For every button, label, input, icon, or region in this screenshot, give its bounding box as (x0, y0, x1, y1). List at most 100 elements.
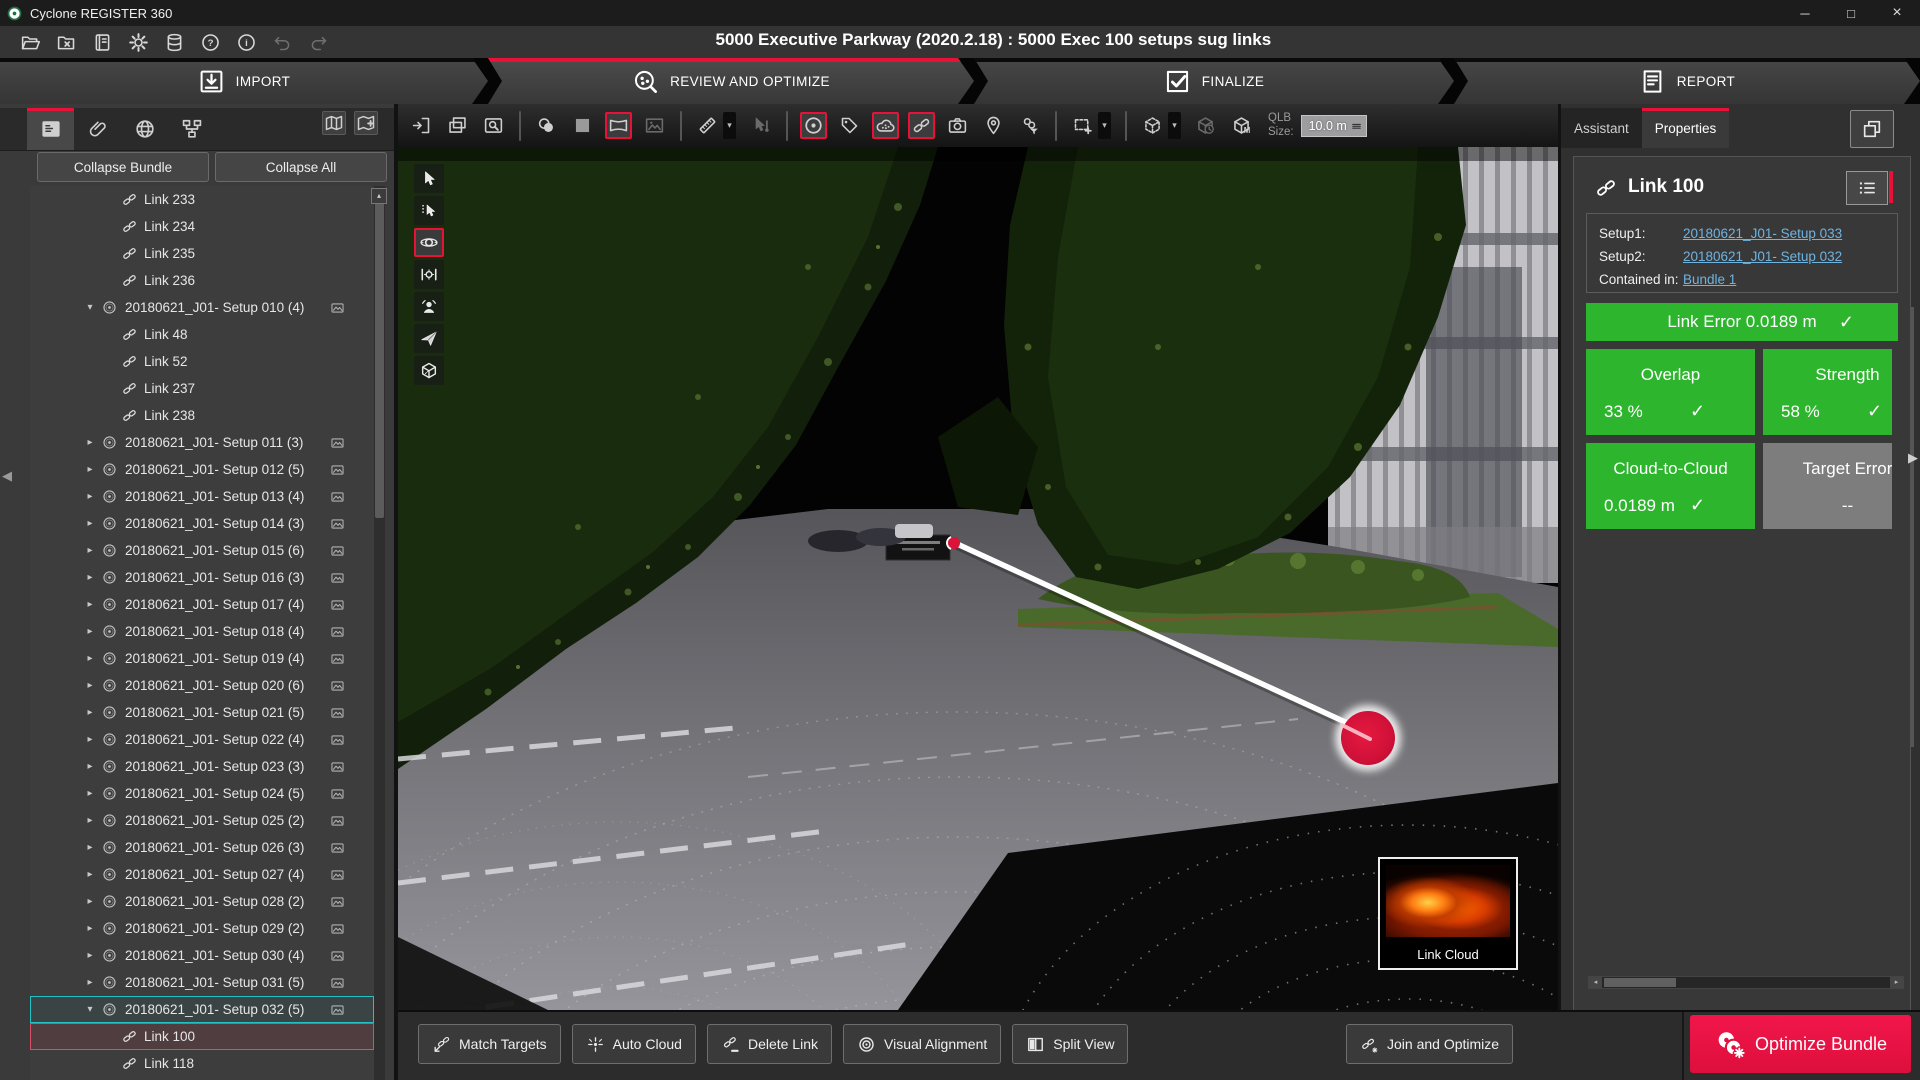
solid-color-button[interactable] (569, 112, 596, 139)
history-cube-button[interactable] (1192, 112, 1219, 139)
auto-cloud-button[interactable]: Auto Cloud (572, 1024, 696, 1064)
tree-row[interactable]: ▸ 20180621_J01- Setup 011 (3) (30, 429, 374, 456)
tree-scrollbar-thumb[interactable] (375, 200, 384, 518)
tree-caret[interactable]: ▸ (82, 618, 98, 645)
help-button[interactable]: ? (200, 32, 221, 53)
tree-row[interactable]: ▸ 20180621_J01- Setup 016 (3) (30, 564, 374, 591)
tree-caret[interactable]: ▸ (82, 429, 98, 456)
sidebar-tab-geo[interactable] (121, 108, 168, 150)
settings-button[interactable] (128, 32, 149, 53)
zoom-window-button[interactable] (480, 112, 507, 139)
info-button[interactable]: i (236, 32, 257, 53)
point-blend-button[interactable] (533, 112, 560, 139)
tree-caret[interactable]: ▸ (82, 726, 98, 753)
scroll-left-button[interactable]: ◂ (1589, 977, 1602, 988)
cloud-mode-button[interactable] (872, 112, 899, 139)
tree-caret[interactable]: ▸ (82, 807, 98, 834)
tree-row[interactable]: ▾ 20180621_J01- Setup 010 (4) (30, 294, 374, 321)
tiles-scrollbar[interactable] (1910, 307, 1914, 747)
separator[interactable] (519, 111, 521, 141)
scroll-right-button[interactable]: ▸ (1890, 977, 1903, 988)
tree-row[interactable]: ▸ 20180621_J01- Setup 012 (5) (30, 456, 374, 483)
filter-points-button[interactable] (1016, 112, 1043, 139)
tree-caret[interactable]: ▾ (82, 294, 98, 321)
tree-row[interactable]: ▸ 20180621_J01- Setup 026 (3) (30, 834, 374, 861)
panel-collapse-arrow[interactable]: ▶ (1908, 450, 1918, 466)
tree-row[interactable]: ▸ 20180621_J01- Setup 030 (4) (30, 942, 374, 969)
tree-row[interactable]: ▾ 20180621_J01- Setup 032 (5) (30, 996, 374, 1023)
tree-row[interactable]: Link 48 (30, 321, 374, 348)
tree-caret[interactable]: ▸ (82, 888, 98, 915)
sidebar-tab-attachments[interactable] (74, 108, 121, 150)
sidebar-tab-sitemap[interactable] (168, 108, 215, 150)
tree-row[interactable]: Link 234 (30, 213, 374, 240)
separator[interactable] (1055, 111, 1057, 141)
view-cube-tool[interactable] (414, 356, 444, 385)
tree-row[interactable]: ▸ 20180621_J01- Setup 018 (4) (30, 618, 374, 645)
multi-select-tool[interactable] (414, 196, 444, 225)
model-cube-button[interactable]: M (1228, 112, 1255, 139)
tab-import[interactable]: IMPORT (0, 58, 488, 104)
tree-row[interactable]: ▸ 20180621_J01- Setup 015 (6) (30, 537, 374, 564)
h-scrollbar-thumb[interactable] (1604, 978, 1676, 987)
tree-caret[interactable]: ▸ (82, 510, 98, 537)
tree-row[interactable]: ▸ 20180621_J01- Setup 023 (3) (30, 753, 374, 780)
limit-box-button[interactable] (1139, 112, 1166, 139)
sidebar-tab-project-tree[interactable] (27, 108, 74, 150)
close-button[interactable]: × (1874, 0, 1920, 26)
fly-tool[interactable] (414, 324, 444, 353)
visual-alignment-button[interactable]: Visual Alignment (843, 1024, 1001, 1064)
separator[interactable] (786, 111, 788, 141)
tree-caret[interactable]: ▸ (82, 456, 98, 483)
tree-caret[interactable]: ▸ (82, 672, 98, 699)
join-and-optimize-button[interactable]: Join and Optimize (1346, 1024, 1513, 1064)
tree-caret[interactable]: ▸ (82, 780, 98, 807)
link-cloud-thumbnail[interactable]: Link Cloud (1378, 857, 1518, 970)
minimize-button[interactable]: ─ (1782, 0, 1828, 26)
tab-assistant[interactable]: Assistant (1561, 108, 1642, 148)
tree-caret[interactable]: ▸ (82, 834, 98, 861)
tree-row[interactable]: ▸ 20180621_J01- Setup 031 (5) (30, 969, 374, 996)
tree-row[interactable]: ▸ 20180621_J01- Setup 022 (4) (30, 726, 374, 753)
add-sitemap-button[interactable] (322, 111, 346, 135)
point-cloud-viewport[interactable]: Link Cloud (398, 147, 1558, 1010)
tree-row[interactable]: Link 237 (30, 375, 374, 402)
measure-button[interactable] (694, 112, 721, 139)
tree-caret[interactable]: ▸ (82, 483, 98, 510)
tree-row[interactable]: Link 236 (30, 267, 374, 294)
add-geo-button[interactable] (354, 111, 378, 135)
open-project-button[interactable] (20, 32, 41, 53)
storage-button[interactable] (164, 32, 185, 53)
tree-row[interactable]: ▸ 20180621_J01- Setup 027 (4) (30, 861, 374, 888)
layout-panels-button[interactable] (1850, 110, 1894, 148)
probe-point-button[interactable] (747, 112, 774, 139)
rect-select-button[interactable] (1069, 112, 1096, 139)
tree-row[interactable]: ▸ 20180621_J01- Setup 014 (3) (30, 510, 374, 537)
tree-row[interactable]: Link 52 (30, 348, 374, 375)
tree-scroll-up-button[interactable]: ▴ (371, 188, 387, 204)
tree-row[interactable]: Link 233 (30, 186, 374, 213)
snapshot-button[interactable] (944, 112, 971, 139)
qlb-size-input[interactable]: 10.0 m (1301, 115, 1367, 137)
tree-caret[interactable]: ▸ (82, 969, 98, 996)
tree-row[interactable]: ▸ 20180621_J01- Setup 021 (5) (30, 699, 374, 726)
maximize-button[interactable]: □ (1828, 0, 1874, 26)
fit-view-button[interactable] (408, 112, 435, 139)
pan-tool[interactable] (414, 260, 444, 289)
delete-project-button[interactable] (56, 32, 77, 53)
tree-caret[interactable]: ▸ (82, 861, 98, 888)
tree-row[interactable]: ▸ 20180621_J01- Setup 024 (5) (30, 780, 374, 807)
image-view-button[interactable] (641, 112, 668, 139)
project-report-button[interactable] (92, 32, 113, 53)
tab-report[interactable]: REPORT (1454, 58, 1920, 104)
tree-row[interactable]: ▸ 20180621_J01- Setup 025 (2) (30, 807, 374, 834)
tree-row[interactable]: ▸ 20180621_J01- Setup 017 (4) (30, 591, 374, 618)
tree-scrollbar[interactable] (374, 186, 385, 1080)
tree-caret[interactable]: ▸ (82, 537, 98, 564)
tree-row[interactable]: Link 238 (30, 402, 374, 429)
target-mode-button[interactable] (800, 112, 827, 139)
geotag-button[interactable] (980, 112, 1007, 139)
link-mode-button[interactable] (908, 112, 935, 139)
tag-mode-button[interactable] (836, 112, 863, 139)
tab-finalize[interactable]: FINALIZE (974, 58, 1454, 104)
